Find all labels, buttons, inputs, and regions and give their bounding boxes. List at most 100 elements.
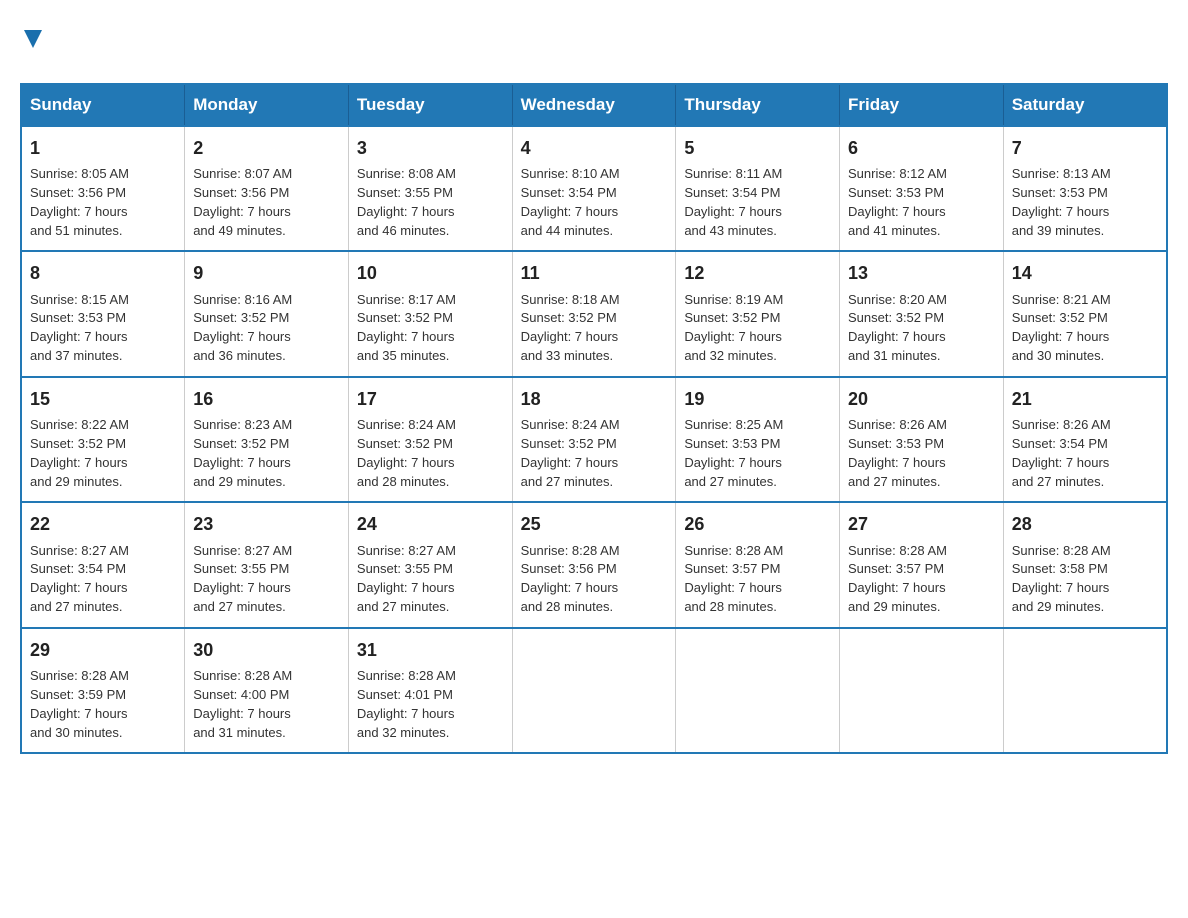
calendar-cell: 4Sunrise: 8:10 AMSunset: 3:54 PMDaylight… [512, 126, 676, 251]
sunset-text: Sunset: 3:54 PM [521, 184, 668, 203]
sunset-text: Sunset: 3:53 PM [848, 435, 995, 454]
sunrise-text: Sunrise: 8:28 AM [521, 542, 668, 561]
sunset-text: Sunset: 3:53 PM [30, 309, 176, 328]
daylight-text: Daylight: 7 hours [30, 454, 176, 473]
sunset-text: Sunset: 3:52 PM [193, 435, 340, 454]
daylight-text: Daylight: 7 hours [30, 705, 176, 724]
calendar-cell: 2Sunrise: 8:07 AMSunset: 3:56 PMDaylight… [185, 126, 349, 251]
sunset-text: Sunset: 3:56 PM [30, 184, 176, 203]
sunrise-text: Sunrise: 8:28 AM [684, 542, 831, 561]
sunset-text: Sunset: 3:55 PM [193, 560, 340, 579]
sunset-text: Sunset: 3:56 PM [193, 184, 340, 203]
sunset-text: Sunset: 3:52 PM [521, 435, 668, 454]
daylight-text: Daylight: 7 hours [357, 705, 504, 724]
daylight-text: Daylight: 7 hours [30, 328, 176, 347]
header-cell-sunday: Sunday [21, 84, 185, 126]
day-number: 3 [357, 135, 504, 161]
sunset-text: Sunset: 3:52 PM [357, 309, 504, 328]
sunset-text: Sunset: 3:52 PM [1012, 309, 1158, 328]
daylight-text: Daylight: 7 hours [1012, 579, 1158, 598]
sunset-text: Sunset: 3:53 PM [848, 184, 995, 203]
sunrise-text: Sunrise: 8:28 AM [848, 542, 995, 561]
daylight-text: Daylight: 7 hours [848, 579, 995, 598]
day-number: 22 [30, 511, 176, 537]
header-cell-saturday: Saturday [1003, 84, 1167, 126]
daylight-text: Daylight: 7 hours [848, 203, 995, 222]
day-number: 18 [521, 386, 668, 412]
calendar-cell: 5Sunrise: 8:11 AMSunset: 3:54 PMDaylight… [676, 126, 840, 251]
day-number: 31 [357, 637, 504, 663]
sunrise-text: Sunrise: 8:26 AM [848, 416, 995, 435]
day-number: 14 [1012, 260, 1158, 286]
calendar-cell: 13Sunrise: 8:20 AMSunset: 3:52 PMDayligh… [840, 251, 1004, 376]
daylight-minutes-text: and 28 minutes. [521, 598, 668, 617]
calendar-cell: 18Sunrise: 8:24 AMSunset: 3:52 PMDayligh… [512, 377, 676, 502]
calendar-cell: 6Sunrise: 8:12 AMSunset: 3:53 PMDaylight… [840, 126, 1004, 251]
day-number: 6 [848, 135, 995, 161]
sunrise-text: Sunrise: 8:28 AM [357, 667, 504, 686]
sunrise-text: Sunrise: 8:15 AM [30, 291, 176, 310]
sunrise-text: Sunrise: 8:11 AM [684, 165, 831, 184]
day-number: 21 [1012, 386, 1158, 412]
daylight-text: Daylight: 7 hours [193, 705, 340, 724]
calendar-cell: 30Sunrise: 8:28 AMSunset: 4:00 PMDayligh… [185, 628, 349, 753]
sunrise-text: Sunrise: 8:17 AM [357, 291, 504, 310]
sunset-text: Sunset: 3:55 PM [357, 184, 504, 203]
day-number: 11 [521, 260, 668, 286]
sunrise-text: Sunrise: 8:20 AM [848, 291, 995, 310]
sunset-text: Sunset: 3:58 PM [1012, 560, 1158, 579]
daylight-minutes-text: and 32 minutes. [357, 724, 504, 743]
calendar-cell: 15 Sunrise: 8:22 AMSunset: 3:52 PMDayligh… [21, 377, 185, 502]
header-cell-tuesday: Tuesday [348, 84, 512, 126]
sunset-text: Sunset: 3:56 PM [521, 560, 668, 579]
daylight-minutes-text: and 27 minutes. [357, 598, 504, 617]
day-number: 20 [848, 386, 995, 412]
calendar-cell: 21Sunrise: 8:26 AMSunset: 3:54 PMDayligh… [1003, 377, 1167, 502]
day-number: 2 [193, 135, 340, 161]
daylight-minutes-text: and 39 minutes. [1012, 222, 1158, 241]
day-number: 10 [357, 260, 504, 286]
day-number: 16 [193, 386, 340, 412]
daylight-text: Daylight: 7 hours [357, 454, 504, 473]
sunset-text: Sunset: 3:52 PM [30, 435, 176, 454]
calendar-cell [512, 628, 676, 753]
sunrise-text: Sunrise: 8:23 AM [193, 416, 340, 435]
calendar-cell: 23Sunrise: 8:27 AMSunset: 3:55 PMDayligh… [185, 502, 349, 627]
sunset-text: Sunset: 3:59 PM [30, 686, 176, 705]
calendar-cell [676, 628, 840, 753]
day-number: 8 [30, 260, 176, 286]
daylight-minutes-text: and 43 minutes. [684, 222, 831, 241]
calendar-cell: 31Sunrise: 8:28 AMSunset: 4:01 PMDayligh… [348, 628, 512, 753]
calendar-cell: 17Sunrise: 8:24 AMSunset: 3:52 PMDayligh… [348, 377, 512, 502]
sunrise-text: Sunrise: 8:19 AM [684, 291, 831, 310]
daylight-text: Daylight: 7 hours [193, 454, 340, 473]
day-number: 27 [848, 511, 995, 537]
sunset-text: Sunset: 3:57 PM [848, 560, 995, 579]
calendar-body: 1Sunrise: 8:05 AMSunset: 3:56 PMDaylight… [21, 126, 1167, 753]
sunset-text: Sunset: 3:52 PM [848, 309, 995, 328]
header-cell-wednesday: Wednesday [512, 84, 676, 126]
calendar-cell: 19Sunrise: 8:25 AMSunset: 3:53 PMDayligh… [676, 377, 840, 502]
daylight-minutes-text: and 28 minutes. [684, 598, 831, 617]
calendar-cell: 25Sunrise: 8:28 AMSunset: 3:56 PMDayligh… [512, 502, 676, 627]
sunset-text: Sunset: 3:54 PM [30, 560, 176, 579]
daylight-minutes-text: and 30 minutes. [1012, 347, 1158, 366]
day-number: 19 [684, 386, 831, 412]
day-number: 4 [521, 135, 668, 161]
day-number: 15 [30, 386, 176, 412]
header-row: SundayMondayTuesdayWednesdayThursdayFrid… [21, 84, 1167, 126]
calendar-cell: 26Sunrise: 8:28 AMSunset: 3:57 PMDayligh… [676, 502, 840, 627]
sunset-text: Sunset: 3:54 PM [1012, 435, 1158, 454]
sunset-text: Sunset: 3:52 PM [521, 309, 668, 328]
daylight-text: Daylight: 7 hours [684, 579, 831, 598]
day-number: 25 [521, 511, 668, 537]
daylight-minutes-text: and 30 minutes. [30, 724, 176, 743]
sunrise-text: Sunrise: 8:22 AM [30, 416, 176, 435]
calendar-cell: 3Sunrise: 8:08 AMSunset: 3:55 PMDaylight… [348, 126, 512, 251]
sunset-text: Sunset: 3:53 PM [684, 435, 831, 454]
sunrise-text: Sunrise: 8:05 AM [30, 165, 176, 184]
day-number: 29 [30, 637, 176, 663]
calendar-cell: 14Sunrise: 8:21 AMSunset: 3:52 PMDayligh… [1003, 251, 1167, 376]
daylight-text: Daylight: 7 hours [521, 454, 668, 473]
daylight-text: Daylight: 7 hours [357, 203, 504, 222]
